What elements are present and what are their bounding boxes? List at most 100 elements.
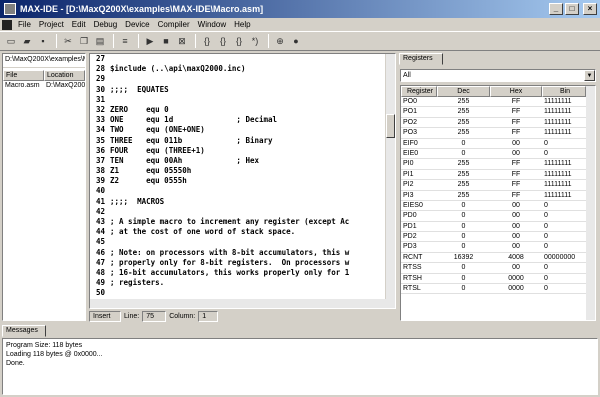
document-menu-icon[interactable] [2, 19, 12, 30]
register-row[interactable]: PD0 0 00 0 [401, 211, 595, 222]
column-header-hex[interactable]: Hex [490, 86, 542, 97]
register-row[interactable]: PD2 0 00 0 [401, 232, 595, 243]
register-row[interactable]: RTSH 0 0000 0 [401, 274, 595, 285]
column-header-file[interactable]: File [3, 70, 44, 81]
menu-debug[interactable]: Debug [90, 20, 122, 29]
register-row[interactable]: PO1 255 FF 11111111 [401, 107, 595, 118]
code-line[interactable]: 32 ZERO equ 0 [90, 105, 395, 115]
code-line[interactable]: 46 ; Note: on processors with 8-bit accum… [90, 248, 395, 258]
editor-horizontal-scrollbar[interactable] [90, 299, 395, 308]
column-header-dec[interactable]: Dec [437, 86, 490, 97]
register-row[interactable]: RTSS 0 00 0 [401, 263, 595, 274]
line-number: 46 [95, 247, 105, 257]
chevron-down-icon[interactable]: ▼ [584, 70, 595, 81]
stop-icon[interactable]: ■ [159, 34, 173, 48]
project-file-row[interactable]: Macro.asm D:\MaxQ200X [3, 81, 85, 90]
menu-file[interactable]: File [14, 20, 35, 29]
code-line[interactable]: 34 TWO equ (ONE+ONE) [90, 125, 395, 135]
code-line[interactable]: 30 ;;;; EQUATES [90, 85, 395, 95]
target-icon[interactable]: ⊕ [273, 34, 287, 48]
save-icon[interactable]: ▪ [36, 34, 50, 48]
register-row[interactable]: PO3 255 FF 11111111 [401, 128, 595, 139]
code-line[interactable]: 27 [90, 54, 395, 64]
code-line[interactable]: 43 ; A simple macro to increment any regi… [90, 217, 395, 227]
minimize-button[interactable]: _ [549, 3, 563, 15]
code-line[interactable]: 35 THREE equ 011b ; Binary [90, 136, 395, 146]
register-bin: 11111111 [544, 160, 572, 168]
code-line[interactable]: 40 [90, 186, 395, 196]
menu-project[interactable]: Project [35, 20, 68, 29]
editor-vertical-scrollbar[interactable] [385, 54, 395, 308]
code-line[interactable]: 38 Z1 equ 05550h [90, 166, 395, 176]
register-row[interactable]: EIF0 0 00 0 [401, 139, 595, 149]
tab-registers[interactable]: Registers [399, 53, 443, 65]
code-line[interactable]: 50 [90, 288, 395, 298]
register-row[interactable]: RCNT 16392 4008 00000000 [401, 253, 595, 264]
cut-icon[interactable]: ✂ [61, 34, 75, 48]
column-header-location[interactable]: Location [44, 70, 85, 81]
build-icon[interactable]: ≡ [118, 34, 132, 48]
code-line[interactable]: 29 [90, 74, 395, 84]
menu-window[interactable]: Window [194, 20, 230, 29]
register-filter-select[interactable]: All ▼ [400, 69, 596, 82]
step-out-icon[interactable]: {} [232, 34, 246, 48]
line-number: 43 [95, 217, 105, 226]
code-line[interactable]: 48 ; 16-bit accumulators, this works prop… [90, 268, 395, 278]
register-row[interactable]: PO0 255 FF 11111111 [401, 97, 595, 108]
register-row[interactable]: PI1 255 FF 11111111 [401, 170, 595, 181]
menu-device[interactable]: Device [121, 20, 153, 29]
register-bin: 0 [544, 264, 548, 272]
maximize-button[interactable]: □ [565, 3, 579, 15]
code-line[interactable]: 41 ;;;; MACROS [90, 197, 395, 207]
registers-panel: Registers All ▼ Register Dec Hex Bin PO0… [399, 53, 598, 321]
code-line[interactable]: 39 Z2 equ 0555h [90, 176, 395, 186]
register-vertical-scrollbar[interactable] [586, 86, 595, 320]
column-header-bin[interactable]: Bin [542, 86, 586, 97]
menu-help[interactable]: Help [230, 20, 254, 29]
register-name: PD2 [403, 233, 417, 241]
register-row[interactable]: EIE0 0 00 0 [401, 149, 595, 160]
code-line[interactable]: 45 [90, 237, 395, 247]
close-button[interactable]: × [583, 3, 597, 15]
menu-compiler[interactable]: Compiler [154, 20, 194, 29]
code-line[interactable]: 28 $include (..\api\maxQ2000.inc) [90, 64, 395, 74]
paste-icon[interactable]: ▤ [93, 34, 107, 48]
copy-icon[interactable]: ❐ [77, 34, 91, 48]
new-file-icon[interactable]: ▭ [4, 34, 18, 48]
code-line[interactable]: 33 ONE equ 1d ; Decimal [90, 115, 395, 125]
code-line[interactable]: 42 [90, 207, 395, 217]
code-line[interactable]: 49 ; registers. [90, 278, 395, 288]
register-row[interactable]: PI3 255 FF 11111111 [401, 191, 595, 201]
run-to-cursor-icon[interactable]: *) [248, 34, 262, 48]
code-line[interactable]: 36 FOUR equ (THREE+1) [90, 146, 395, 156]
menu-edit[interactable]: Edit [68, 20, 90, 29]
step-over-icon[interactable]: {} [216, 34, 230, 48]
breakpoint-icon[interactable]: ● [289, 34, 303, 48]
code-line[interactable]: 31 [90, 95, 395, 105]
code-line[interactable]: 47 ; properly only for 8-bit registers. O… [90, 258, 395, 268]
register-row[interactable]: PD3 0 00 0 [401, 242, 595, 253]
register-row[interactable]: PD1 0 00 0 [401, 222, 595, 233]
register-row[interactable]: PI0 255 FF 11111111 [401, 159, 595, 170]
message-line: Loading 118 bytes @ 0x0000... [6, 351, 103, 358]
tab-messages[interactable]: Messages [2, 325, 46, 337]
open-folder-icon[interactable]: ▰ [20, 34, 34, 48]
column-header-register[interactable]: Register [401, 86, 437, 97]
code-text: Z1 equ 05550h [110, 166, 192, 176]
register-row[interactable]: EIES0 0 00 0 [401, 201, 595, 212]
code-editor[interactable]: 27 28 $include (..\api\maxQ2000.inc) 29 30;;… [89, 53, 396, 309]
register-row[interactable]: RTSL 0 0000 0 [401, 284, 595, 295]
run-icon[interactable]: ▶ [143, 34, 157, 48]
register-row[interactable]: PI2 255 FF 11111111 [401, 180, 595, 191]
register-hex: FF [511, 191, 521, 199]
code-line[interactable]: 44 ; at the cost of one word of stack spa… [90, 227, 395, 237]
register-dec: 0 [461, 264, 466, 272]
code-line[interactable]: 37 TEN equ 00Ah ; Hex [90, 156, 395, 166]
status-column-value: 1 [198, 310, 219, 322]
register-row[interactable]: PO2 255 FF 11111111 [401, 118, 595, 129]
reset-icon[interactable]: ⊠ [175, 34, 189, 48]
message-line: Done. [6, 360, 25, 367]
register-hex: FF [511, 160, 521, 168]
scroll-thumb[interactable] [386, 114, 395, 138]
step-into-icon[interactable]: {} [200, 34, 214, 48]
